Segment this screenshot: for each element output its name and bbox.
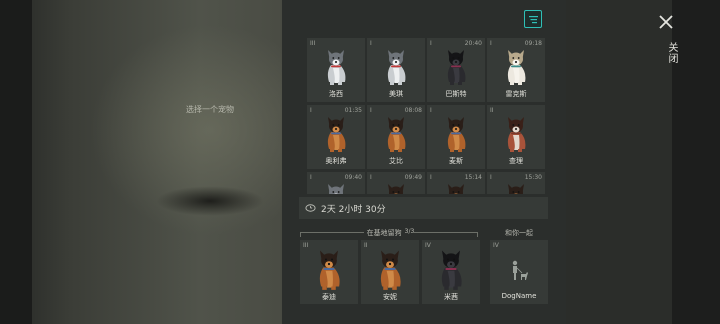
pet-card[interactable]: I 15:14 [427, 172, 485, 194]
empty-pet-pedestal [156, 186, 264, 216]
pet-tier: I [430, 174, 432, 181]
filter-icon [529, 16, 538, 24]
pet-tier: I [310, 174, 312, 181]
dog-portrait [508, 184, 524, 194]
dog-portrait [319, 250, 340, 290]
pet-card[interactable]: I 美琪 [367, 38, 425, 102]
pet-tier: I [430, 40, 432, 47]
pet-name: 泰迪 [322, 293, 336, 301]
pet-name: 麦斯 [449, 157, 463, 165]
duration-text: 2天 2小时 30分 [321, 205, 386, 215]
pet-tier: III [310, 40, 316, 47]
dog-portrait [447, 117, 466, 152]
base-pet-card[interactable]: III 泰迪 [300, 240, 358, 304]
pet-card[interactable]: I 08:08 艾比 [367, 105, 425, 169]
pet-card[interactable]: I 09:49 [367, 172, 425, 194]
pet-tier: II [490, 107, 494, 114]
person-with-dog-icon [512, 260, 528, 280]
pet-tier: I [370, 174, 372, 181]
pet-tier: IV [425, 242, 431, 249]
base-section-label: 在基地留狗 3/3 [300, 228, 478, 238]
pet-card[interactable]: I 麦斯 [427, 105, 485, 169]
pet-card[interactable]: I 20:40 巴斯特 [427, 38, 485, 102]
pet-grid[interactable]: III 洛西 I 美琪 I 20:40 巴斯特 I 09:18 雷克斯 I 01:35 奥利弗 I 08:0… [307, 38, 547, 194]
dog-portrait [507, 117, 526, 152]
dog-portrait [507, 50, 526, 85]
pet-tier: IV [493, 242, 499, 249]
with-you-label: 和你一起 [505, 229, 533, 237]
dog-portrait [441, 250, 462, 290]
close-x-icon [659, 15, 673, 29]
pet-name: 美琪 [389, 90, 403, 98]
pet-tier: II [364, 242, 368, 249]
expedition-duration-bar: 2天 2小时 30分 [299, 197, 548, 219]
pet-name: 洛西 [329, 90, 343, 98]
select-pet-prompt: 选择一个宠物 [186, 105, 234, 114]
dog-portrait [327, 50, 346, 85]
pet-tier: I [430, 107, 432, 114]
pet-card[interactable]: I 15:30 [487, 172, 545, 194]
base-count: 3/3 [404, 228, 415, 235]
pet-card[interactable]: III 洛西 [307, 38, 365, 102]
pet-card[interactable]: II 查理 [487, 105, 545, 169]
pet-tier: III [303, 242, 309, 249]
pet-card[interactable]: I 09:18 雷克斯 [487, 38, 545, 102]
base-pet-card[interactable]: II 安妮 [361, 240, 419, 304]
pet-tier: I [310, 107, 312, 114]
pet-card[interactable]: I 01:35 奥利弗 [307, 105, 365, 169]
clock-icon [305, 204, 316, 212]
pet-tier: I [490, 174, 492, 181]
left-edge [0, 0, 32, 324]
pet-tier: I [370, 107, 372, 114]
pet-name: 奥利弗 [325, 157, 347, 165]
dog-portrait [448, 184, 464, 194]
dog-portrait [447, 50, 466, 85]
dog-portrait [388, 184, 404, 194]
close-button[interactable]: 关闭 [650, 10, 684, 70]
with-you-slot[interactable]: IV DogName [490, 240, 548, 304]
dog-portrait [387, 50, 406, 85]
pet-tier: I [370, 40, 372, 47]
pet-name: 安妮 [383, 293, 397, 301]
base-label-text: 在基地留狗 [363, 229, 405, 237]
pet-name: 巴斯特 [445, 90, 467, 98]
dog-portrait [387, 117, 406, 152]
pet-name: DogName [501, 292, 537, 300]
close-label: 关闭 [666, 42, 677, 64]
pet-name: 艾比 [389, 157, 403, 165]
dog-portrait [328, 184, 344, 194]
base-pet-card[interactable]: IV 米茜 [422, 240, 480, 304]
pet-name: 米茜 [444, 293, 458, 301]
pet-tier: I [490, 40, 492, 47]
pet-name: 雷克斯 [505, 90, 527, 98]
pet-card[interactable]: I 09:40 [307, 172, 365, 194]
pet-name: 查理 [509, 157, 523, 165]
dog-portrait [380, 250, 401, 290]
filter-button[interactable] [524, 10, 542, 28]
dog-portrait [327, 117, 346, 152]
